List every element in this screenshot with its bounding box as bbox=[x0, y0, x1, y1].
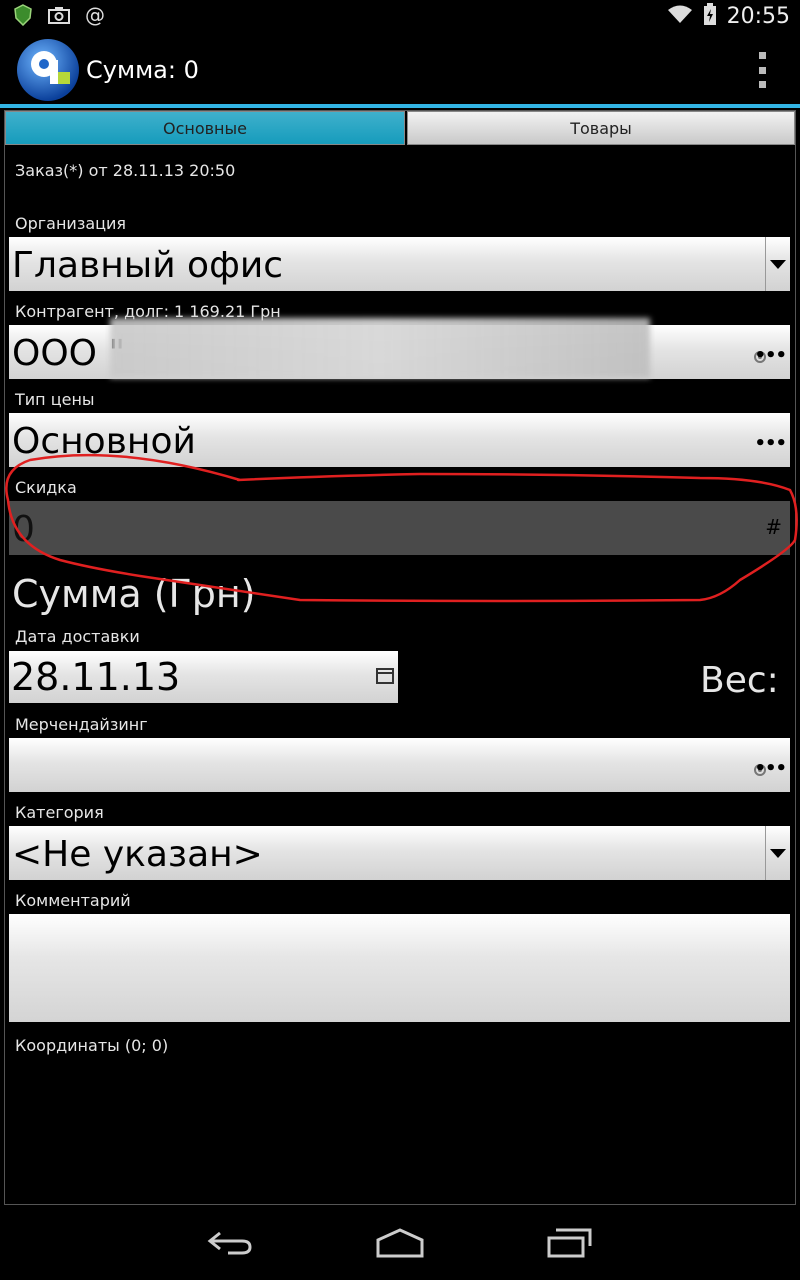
clock: 20:55 bbox=[726, 3, 790, 29]
discount-value: 0 bbox=[12, 509, 35, 550]
at-icon: @ bbox=[85, 3, 105, 27]
coordinates-text: Координаты (0; 0) bbox=[15, 1036, 169, 1055]
more-icon[interactable]: ••• bbox=[754, 345, 787, 366]
counterparty-value: ООО " bbox=[12, 333, 126, 374]
home-icon[interactable] bbox=[370, 1223, 430, 1263]
tab-goods[interactable]: Товары bbox=[407, 111, 795, 145]
chevron-down-icon bbox=[765, 826, 790, 880]
more-icon[interactable]: ••• bbox=[754, 433, 787, 454]
android-security-icon bbox=[12, 4, 34, 26]
action-bar: Сумма: 0 bbox=[0, 34, 800, 104]
organization-label: Организация bbox=[15, 214, 127, 233]
app-title: Сумма: 0 bbox=[86, 56, 199, 84]
order-header: Заказ(*) от 28.11.13 20:50 bbox=[15, 161, 236, 180]
category-spinner[interactable]: <Не указан> bbox=[9, 826, 790, 880]
delivery-date-field[interactable]: 28.11.13 bbox=[9, 651, 398, 703]
numeric-icon: # bbox=[765, 515, 782, 539]
chevron-down-icon bbox=[765, 237, 790, 291]
system-icons: 20:55 bbox=[667, 3, 790, 29]
redaction-smudge bbox=[110, 318, 650, 378]
price-type-label: Тип цены bbox=[15, 390, 95, 409]
category-label: Категория bbox=[15, 803, 104, 822]
notification-icons: @ bbox=[12, 3, 106, 27]
discount-label: Скидка bbox=[15, 478, 77, 497]
app-logo-icon[interactable] bbox=[16, 38, 80, 102]
delivery-date-label: Дата доставки bbox=[15, 627, 140, 646]
overflow-menu-icon[interactable] bbox=[754, 52, 770, 88]
merchandising-field[interactable]: ••• bbox=[9, 738, 790, 792]
sum-label: Сумма (Грн) bbox=[12, 572, 256, 616]
action-bar-divider bbox=[0, 104, 800, 108]
wifi-icon bbox=[667, 4, 693, 28]
comment-textarea[interactable] bbox=[9, 914, 790, 1022]
discount-input[interactable]: 0 # bbox=[9, 501, 790, 555]
price-type-value: Основной bbox=[12, 421, 196, 462]
category-value: <Не указан> bbox=[12, 834, 263, 875]
battery-charging-icon bbox=[703, 3, 717, 29]
price-type-field[interactable]: Основной ••• bbox=[9, 413, 790, 467]
comment-label: Комментарий bbox=[15, 891, 131, 910]
back-icon[interactable] bbox=[200, 1223, 260, 1263]
calendar-icon[interactable] bbox=[376, 668, 394, 684]
organization-spinner[interactable]: Главный офис bbox=[9, 237, 790, 291]
tab-main[interactable]: Основные bbox=[5, 111, 405, 145]
weight-label: Вес: bbox=[700, 660, 779, 701]
camera-icon bbox=[48, 4, 70, 26]
delivery-date-value: 28.11.13 bbox=[11, 655, 181, 699]
more-icon[interactable]: ••• bbox=[754, 758, 787, 779]
navigation-bar bbox=[0, 1205, 800, 1280]
merchandising-label: Мерчендайзинг bbox=[15, 715, 148, 734]
status-bar: @ 20:55 bbox=[0, 0, 800, 34]
organization-value: Главный офис bbox=[12, 245, 284, 286]
recent-apps-icon[interactable] bbox=[540, 1223, 600, 1263]
